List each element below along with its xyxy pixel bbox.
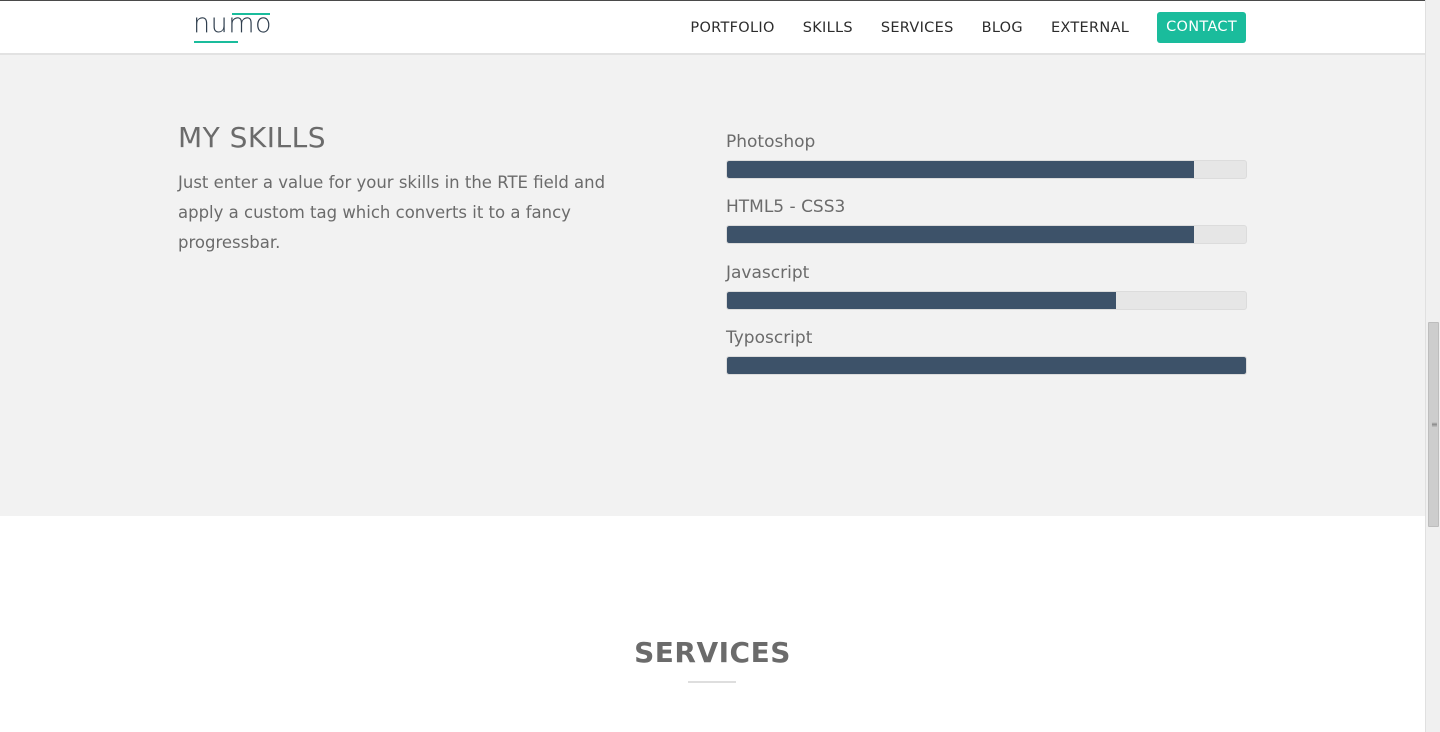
skill-progressbar [726,356,1247,375]
scrollbar-thumb[interactable]: ≡ [1428,322,1439,527]
services-title-divider [688,681,736,683]
nav-skills[interactable]: SKILLS [803,20,853,36]
skill-typoscript: Typoscript [726,326,1247,375]
skill-progressbar [726,225,1247,244]
skill-progress-fill [727,161,1195,178]
page-scrollbar[interactable]: ≡ [1425,0,1440,732]
skill-progress-fill [727,292,1117,309]
nav-blog[interactable]: BLOG [982,20,1023,36]
skills-description: Just enter a value for your skills in th… [178,173,606,252]
skill-progressbar [726,160,1247,179]
skill-label: Javascript [726,263,810,283]
skills-title: MY SKILLS [178,121,327,154]
page-viewport: numo PORTFOLIO SKILLS SERVICES BLOG EXTE… [0,0,1425,732]
nav-portfolio[interactable]: PORTFOLIO [690,20,774,36]
skill-progressbar [726,291,1247,310]
skill-photoshop: Photoshop [726,130,1247,179]
skill-progress-fill [727,226,1195,243]
skill-label: HTML5 - CSS3 [726,197,846,217]
skill-progress-fill [727,357,1246,374]
top-navbar: numo PORTFOLIO SKILLS SERVICES BLOG EXTE… [0,0,1425,55]
grip-icon: ≡ [1431,420,1438,429]
skill-label: Photoshop [726,132,816,152]
logo-accent-top [232,13,270,15]
skill-javascript: Javascript [726,261,1247,310]
main-nav: PORTFOLIO SKILLS SERVICES BLOG EXTERNAL … [662,1,1246,54]
nav-external[interactable]: EXTERNAL [1051,20,1129,36]
skill-label: Typoscript [726,328,813,348]
nav-services[interactable]: SERVICES [881,20,954,36]
skills-section: MY SKILLS Just enter a value for your sk… [0,55,1425,516]
services-title: SERVICES [634,636,791,669]
contact-button[interactable]: CONTACT [1157,12,1246,43]
logo-accent-bottom [194,41,238,43]
skill-html5-css3: HTML5 - CSS3 [726,195,1247,244]
